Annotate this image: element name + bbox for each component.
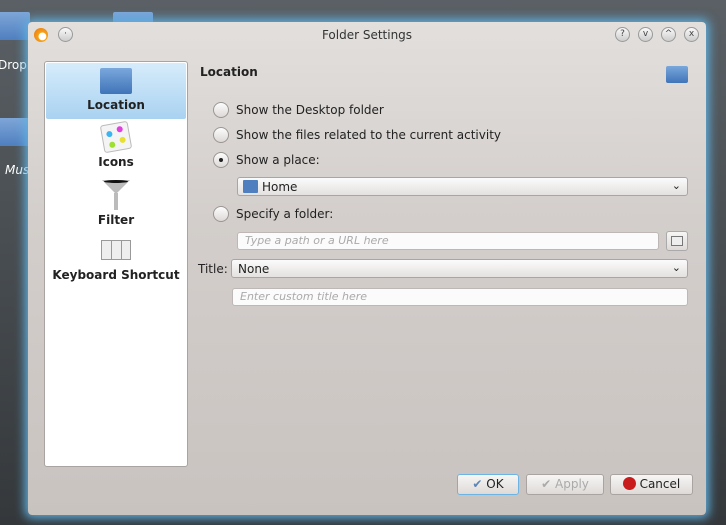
- title-value: None: [238, 262, 270, 276]
- sidebar-item-location[interactable]: Location: [46, 63, 186, 119]
- funnel-icon: [102, 180, 130, 210]
- sidebar-item-label: Keyboard Shortcut: [52, 268, 180, 282]
- radio-show-place[interactable]: [213, 152, 229, 168]
- radio-activity-files[interactable]: [213, 127, 229, 143]
- place-value: Home: [262, 180, 298, 194]
- title-bar[interactable]: · Folder Settings ? v ^ x: [28, 22, 706, 48]
- settings-sidebar: Location Icons Filter Keyboard Shortcut: [44, 61, 188, 467]
- sidebar-item-label: Filter: [97, 213, 135, 227]
- title-label: Title:: [198, 262, 228, 276]
- place-select[interactable]: Home ⌄: [237, 177, 688, 196]
- apply-button[interactable]: ✔ Apply: [526, 474, 604, 495]
- folder-open-icon: [671, 236, 683, 246]
- help-button[interactable]: ?: [615, 27, 630, 42]
- check-icon: ✔: [541, 477, 552, 491]
- radio-specify-folder[interactable]: [213, 206, 229, 222]
- sidebar-item-filter[interactable]: Filter: [46, 180, 186, 232]
- title-select[interactable]: None ⌄: [231, 259, 688, 278]
- folder-icon: [666, 66, 688, 83]
- sidebar-item-keyboard-shortcut[interactable]: Keyboard Shortcut: [46, 240, 186, 290]
- window-title: Folder Settings: [321, 28, 413, 42]
- chevron-down-icon: ⌄: [671, 179, 681, 192]
- sidebar-item-icons[interactable]: Icons: [46, 120, 186, 175]
- close-button[interactable]: x: [684, 27, 699, 42]
- sidebar-item-label: Location: [87, 98, 145, 112]
- path-input[interactable]: Type a path or a URL here: [237, 232, 659, 250]
- option-label[interactable]: Specify a folder:: [236, 207, 333, 221]
- cancel-icon: [622, 477, 636, 490]
- maximize-button[interactable]: ^: [661, 27, 676, 42]
- cancel-button[interactable]: Cancel: [610, 474, 693, 495]
- desktop-label[interactable]: Mus: [5, 163, 29, 177]
- folder-icon: [100, 68, 132, 94]
- option-label[interactable]: Show a place:: [236, 153, 320, 167]
- cancel-label: Cancel: [639, 477, 681, 491]
- desktop-folder-icon[interactable]: [0, 118, 30, 146]
- minimize-button[interactable]: v: [638, 27, 653, 42]
- apply-label: Apply: [555, 477, 589, 491]
- page-title: Location: [200, 65, 258, 79]
- option-label[interactable]: Show the files related to the current ac…: [236, 128, 501, 142]
- chevron-down-icon: ⌄: [671, 261, 681, 274]
- radio-desktop-folder[interactable]: [213, 102, 229, 118]
- desktop-folder-icon[interactable]: [0, 12, 30, 40]
- icons-icon: [99, 120, 133, 154]
- browse-folder-button[interactable]: [666, 231, 688, 251]
- check-icon: ✔: [472, 477, 483, 491]
- ok-button[interactable]: ✔ OK: [457, 474, 519, 495]
- ok-label: OK: [486, 477, 504, 491]
- custom-title-input[interactable]: Enter custom title here: [232, 288, 688, 306]
- folder-settings-dialog: · Folder Settings ? v ^ x Location Icons: [28, 22, 706, 515]
- sidebar-item-label: Icons: [98, 155, 134, 169]
- home-folder-icon: [243, 180, 258, 193]
- keyboard-icon: [101, 240, 131, 260]
- option-label[interactable]: Show the Desktop folder: [236, 103, 384, 117]
